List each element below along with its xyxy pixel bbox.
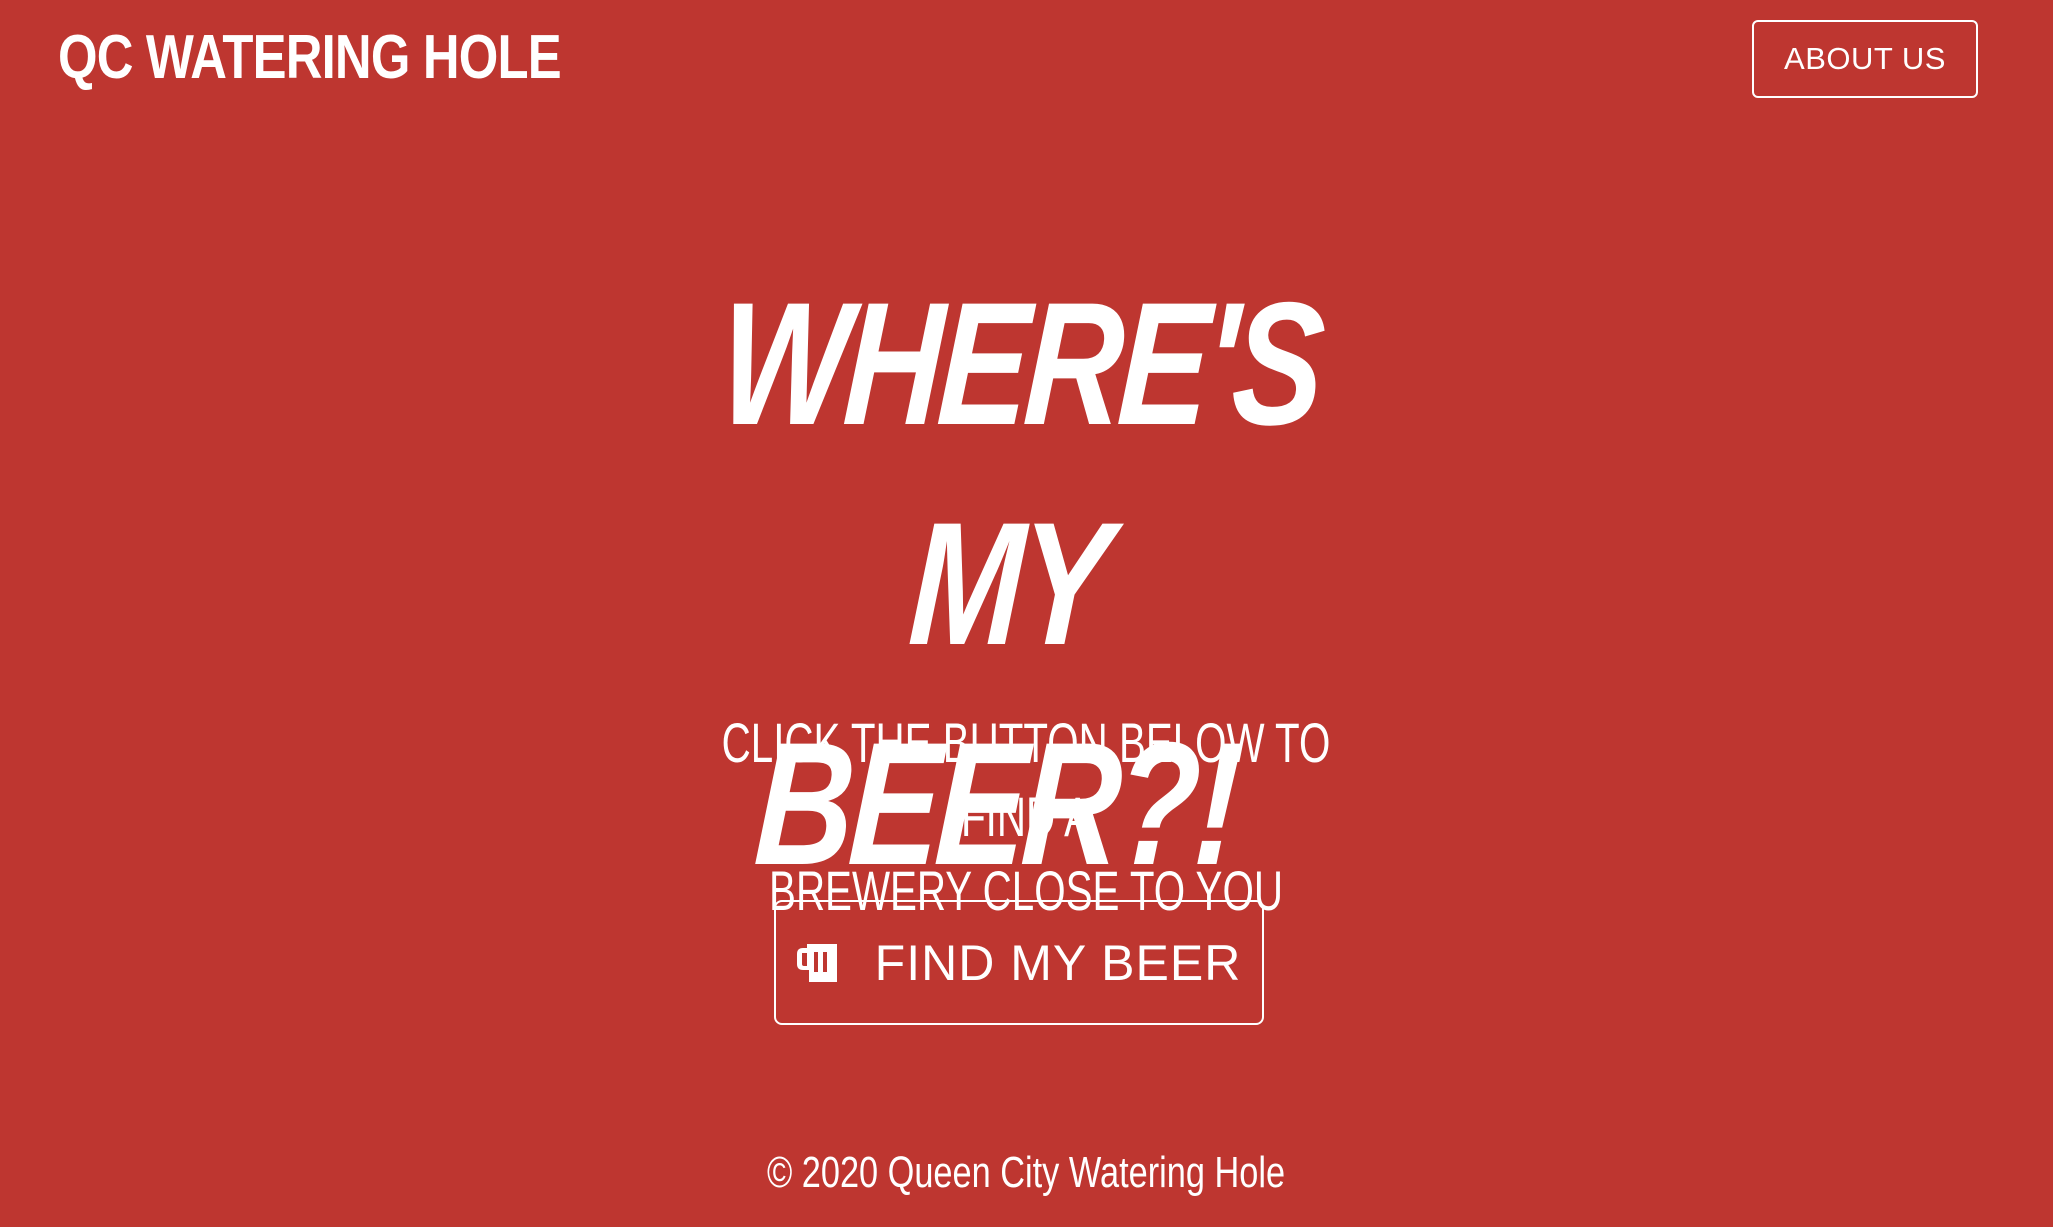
hero-title-line-1: WHERE'S MY <box>715 267 1325 682</box>
about-us-label: ABOUT US <box>1784 41 1946 76</box>
footer-copyright: © 2020 Queen City Watering Hole <box>766 1148 1286 1197</box>
find-my-beer-label: FIND MY BEER <box>874 934 1242 991</box>
find-my-beer-button[interactable]: FIND MY BEER <box>774 900 1264 1025</box>
hero-subtitle-line-1: CLICK THE BUTTON BELOW TO FIND A <box>721 711 1331 848</box>
beer-mug-icon <box>796 942 841 984</box>
brand-logo[interactable]: QC WATERING HOLE <box>58 22 562 94</box>
navbar: QC WATERING HOLE ABOUT US <box>0 0 2053 120</box>
hero-subtitle: CLICK THE BUTTON BELOW TO FIND A BREWERY… <box>702 706 1350 928</box>
about-us-button[interactable]: ABOUT US <box>1752 20 1978 98</box>
